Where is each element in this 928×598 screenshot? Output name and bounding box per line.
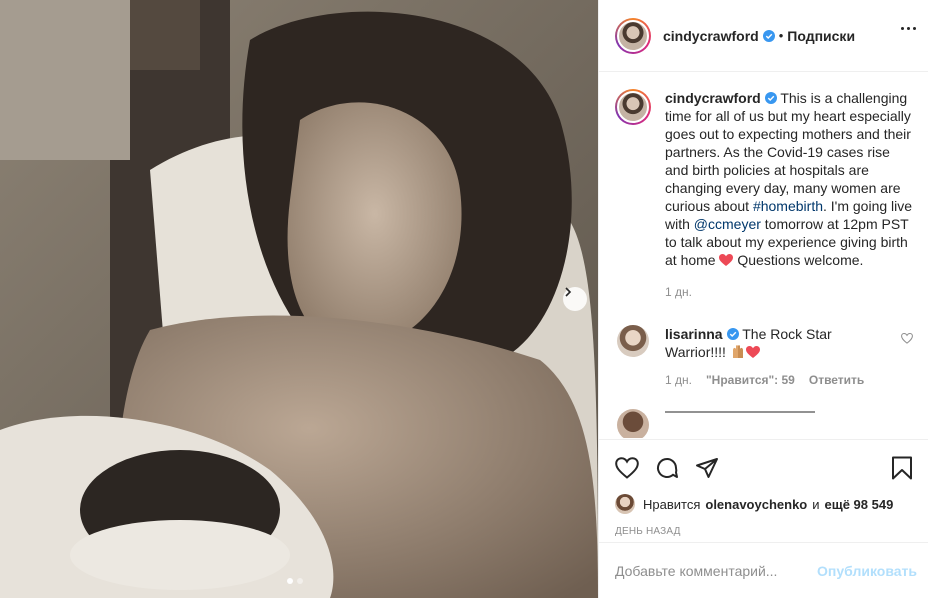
next-image-button[interactable] — [563, 287, 587, 311]
author-avatar[interactable] — [615, 17, 651, 54]
reply-button[interactable]: Ответить — [809, 373, 864, 387]
post-date: ДЕНЬ НАЗАД — [615, 526, 681, 537]
author-username[interactable]: cindycrawford — [663, 28, 759, 44]
bookmark-icon[interactable] — [891, 456, 913, 480]
post-caption: cindycrawford This is a challenging time… — [615, 89, 913, 269]
verified-icon — [764, 92, 777, 104]
next-comment-partial — [615, 409, 913, 438]
caption-avatar[interactable] — [615, 89, 651, 125]
comment-like-heart-icon[interactable] — [901, 333, 913, 344]
comment-item: lisarinna The Rock Star Warrior!!!! — [615, 325, 913, 361]
comment-input[interactable] — [615, 562, 818, 579]
mention-link[interactable]: @ccmeyer — [694, 216, 761, 232]
raised-hands-icon — [732, 345, 743, 358]
caption-time: 1 дн. — [665, 285, 692, 299]
liker-username[interactable]: olenavoychenko — [705, 497, 807, 512]
following-button[interactable]: Подписки — [787, 28, 855, 44]
caption-part: Questions welcome. — [733, 252, 864, 268]
hashtag-link[interactable]: #homebirth — [753, 198, 823, 214]
comment-time: 1 дн. — [665, 373, 692, 387]
cropped-comment-line — [665, 411, 815, 421]
more-icon[interactable] — [901, 27, 916, 30]
carousel-dot — [297, 578, 303, 584]
carousel-dots — [287, 578, 303, 584]
commenter-avatar[interactable] — [617, 409, 649, 438]
carousel-dot — [287, 578, 293, 584]
caption-username[interactable]: cindycrawford — [665, 90, 761, 106]
add-comment-bar: Опубликовать — [599, 542, 928, 598]
post-photo[interactable] — [0, 0, 598, 598]
verified-icon — [726, 328, 739, 340]
comment-icon[interactable] — [655, 456, 679, 480]
header-separator: • — [778, 28, 784, 43]
heart-icon[interactable] — [615, 457, 639, 479]
likes-count[interactable]: ещё 98 549 — [825, 497, 894, 512]
post-actions: Нравится olenavoychenko и ещё 98 549 ДЕН… — [599, 439, 928, 537]
commenter-username[interactable]: lisarinna — [665, 326, 723, 342]
liker-avatar[interactable] — [615, 494, 635, 514]
post-side-panel: cindycrawford • Подписки cindycrawford T… — [598, 0, 928, 598]
comment-likes[interactable]: "Нравится": 59 — [706, 373, 795, 387]
caption-part: This is a challenging time for all of us… — [665, 90, 911, 214]
comment-text: lisarinna The Rock Star Warrior!!!! — [665, 325, 865, 361]
instagram-post: cindycrawford • Подписки cindycrawford T… — [0, 0, 928, 598]
comments-area[interactable]: cindycrawford This is a challenging time… — [599, 73, 928, 438]
comment-meta: 1 дн. "Нравится": 59 Ответить — [665, 373, 913, 387]
red-heart-icon — [719, 254, 734, 266]
post-header: cindycrawford • Подписки — [599, 0, 928, 72]
action-icons — [615, 456, 913, 480]
share-icon[interactable] — [695, 456, 719, 480]
red-heart-icon — [745, 346, 760, 358]
commenter-avatar[interactable] — [617, 325, 649, 357]
verified-icon — [762, 29, 775, 42]
caption-text: cindycrawford This is a challenging time… — [665, 89, 913, 269]
liked-by-label: Нравится — [643, 496, 701, 512]
liked-by: Нравится olenavoychenko и ещё 98 549 — [615, 494, 913, 514]
publish-button[interactable]: Опубликовать — [817, 563, 917, 579]
chevron-right-icon — [565, 287, 572, 297]
liked-by-and: и — [812, 496, 820, 512]
photo-image — [0, 0, 598, 598]
